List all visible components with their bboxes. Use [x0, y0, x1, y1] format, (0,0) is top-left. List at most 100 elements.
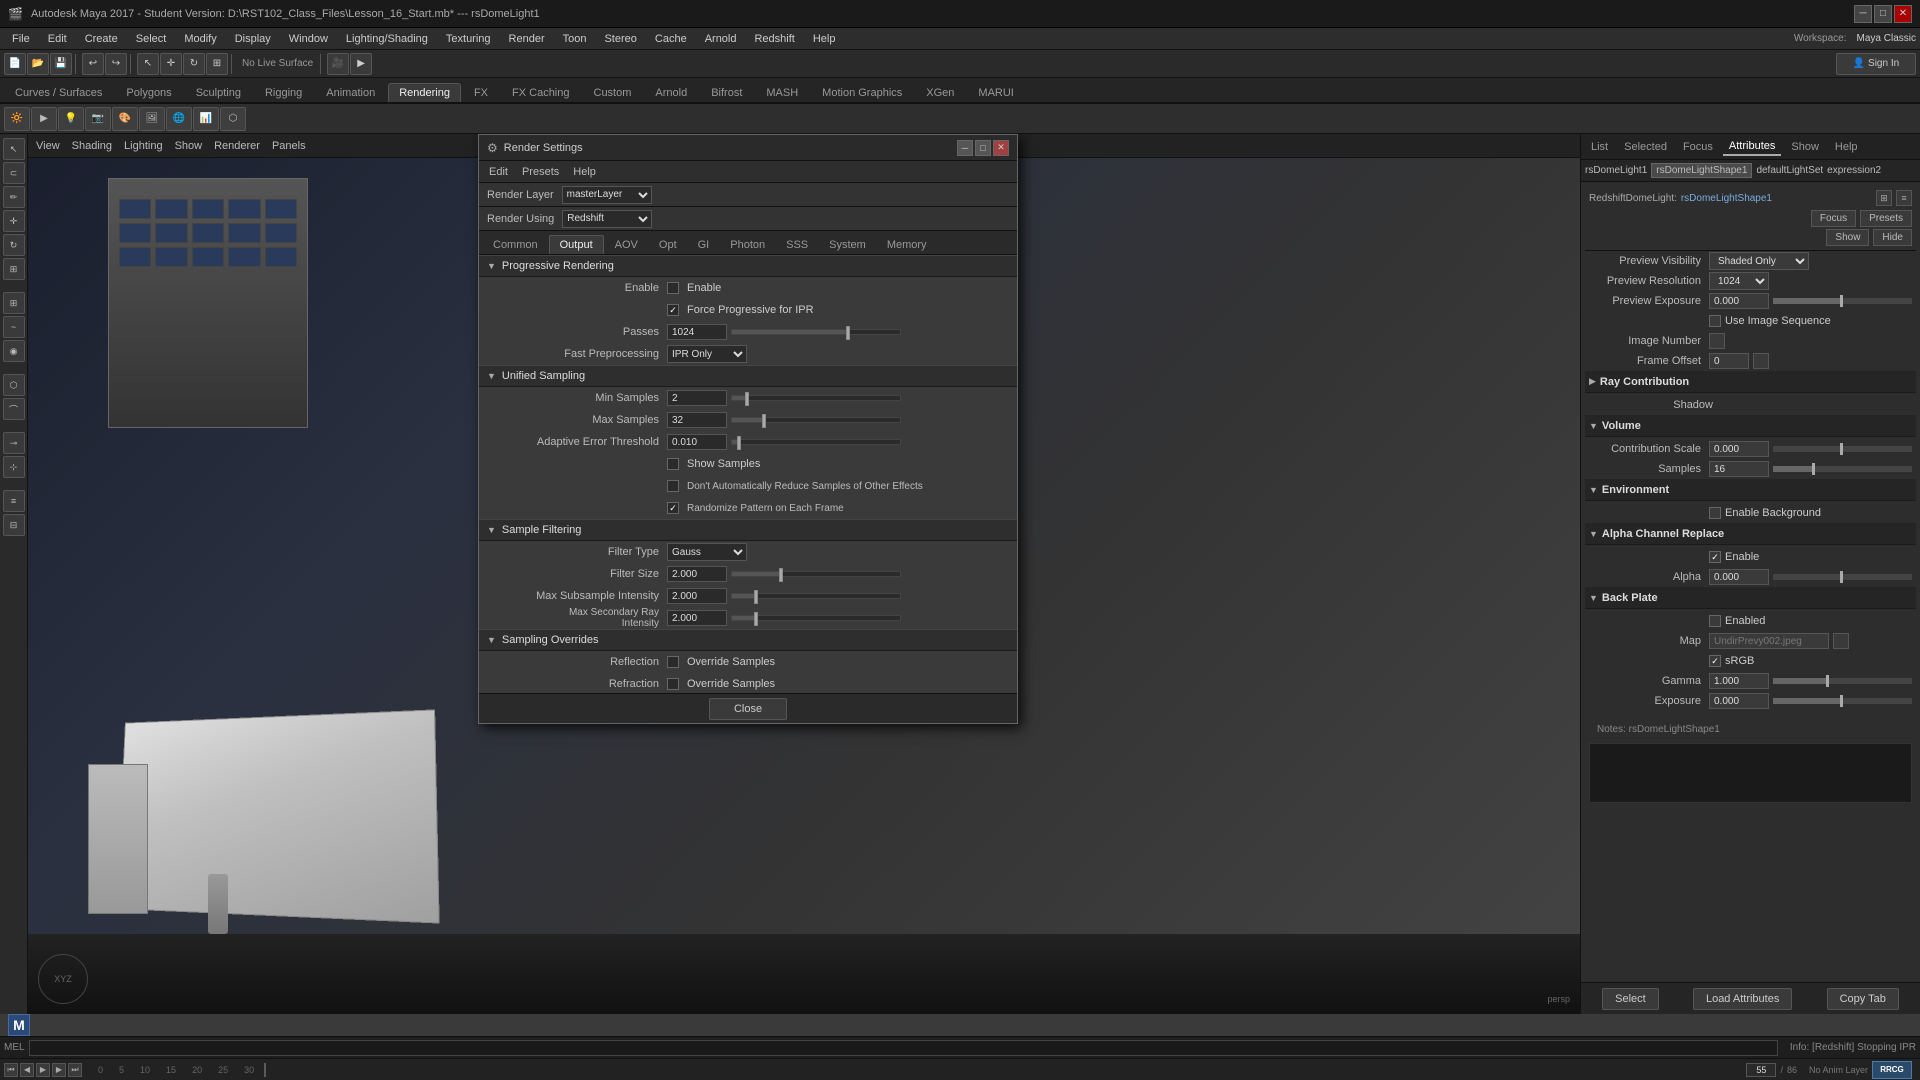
enable-background-checkbox[interactable]	[1709, 507, 1721, 519]
render-btn[interactable]: 🎥	[327, 53, 349, 75]
alpha-slider[interactable]	[1773, 574, 1912, 580]
back-plate-map-input[interactable]	[1709, 633, 1829, 649]
scale-btn[interactable]: ⊞	[206, 53, 228, 75]
rs-tab-output[interactable]: Output	[549, 235, 604, 254]
rs-menu-presets[interactable]: Presets	[516, 164, 565, 180]
rp-tab-list[interactable]: List	[1585, 139, 1614, 155]
rs-tab-photon[interactable]: Photon	[720, 236, 775, 254]
tab-motion-graphics[interactable]: Motion Graphics	[811, 83, 913, 102]
preview-exposure-slider[interactable]	[1773, 298, 1912, 304]
contribution-scale-input[interactable]	[1709, 441, 1769, 457]
tab-rendering[interactable]: Rendering	[388, 83, 461, 102]
rph-expression[interactable]: expression2	[1827, 165, 1881, 176]
tab-marui[interactable]: MARUI	[967, 83, 1024, 102]
rp-tab-show[interactable]: Show	[1785, 139, 1825, 155]
rs-tab-opt[interactable]: Opt	[649, 236, 687, 254]
rs-tab-memory[interactable]: Memory	[877, 236, 937, 254]
sign-in-btn[interactable]: 👤 Sign In	[1836, 53, 1916, 75]
menu-select[interactable]: Select	[128, 31, 175, 47]
rs-fast-preprocessing-select[interactable]: IPR Only	[667, 345, 747, 363]
shelf-env-btn[interactable]: 🌐	[166, 107, 192, 131]
shelf-render-btn[interactable]: 🔆	[4, 107, 30, 131]
rs-menu-edit[interactable]: Edit	[483, 164, 514, 180]
rs-passes-slider[interactable]	[731, 329, 901, 335]
rs-max-samples-input[interactable]	[667, 412, 727, 428]
menu-texturing[interactable]: Texturing	[438, 31, 499, 47]
vp-menu-shading[interactable]: Shading	[72, 140, 112, 152]
tab-fx-caching[interactable]: FX Caching	[501, 83, 580, 102]
rs-filter-size-input[interactable]	[667, 566, 727, 582]
rs-passes-input[interactable]	[667, 324, 727, 340]
sampling-overrides-header[interactable]: ▼ Sampling Overrides	[479, 629, 1017, 651]
menu-redshift[interactable]: Redshift	[746, 31, 802, 47]
volume-header[interactable]: ▼ Volume	[1585, 415, 1916, 437]
viewport[interactable]: View Shading Lighting Show Renderer Pane…	[28, 134, 1580, 1014]
tab-bifrost[interactable]: Bifrost	[700, 83, 753, 102]
rs-tab-gi[interactable]: GI	[688, 236, 720, 254]
preview-visibility-select[interactable]: Shaded Only	[1709, 252, 1809, 270]
rp-tab-help[interactable]: Help	[1829, 139, 1864, 155]
tl-end-btn[interactable]: ⏭	[68, 1063, 82, 1077]
sample-filtering-header[interactable]: ▼ Sample Filtering	[479, 519, 1017, 541]
undo-btn[interactable]: ↩	[82, 53, 104, 75]
current-frame-input[interactable]	[1746, 1063, 1776, 1077]
move-tool-btn[interactable]: ✛	[3, 210, 25, 232]
rs-max-samples-slider[interactable]	[731, 417, 901, 423]
rs-randomize-checkbox[interactable]	[667, 502, 679, 514]
tab-mash[interactable]: MASH	[755, 83, 809, 102]
rph-dome-light-shape[interactable]: rsDomeLightShape1	[1651, 163, 1752, 178]
minimize-btn[interactable]: ─	[1854, 5, 1872, 23]
focus-btn[interactable]: Focus	[1811, 210, 1856, 227]
vp-menu-view[interactable]: View	[36, 140, 60, 152]
rs-tab-system[interactable]: System	[819, 236, 876, 254]
tab-curves-surfaces[interactable]: Curves / Surfaces	[4, 83, 113, 102]
rs-max-subsample-slider[interactable]	[731, 593, 901, 599]
shelf-proxy-btn[interactable]: ⬡	[220, 107, 246, 131]
vp-menu-show[interactable]: Show	[175, 140, 203, 152]
shelf-mat-btn[interactable]: 🎨	[112, 107, 138, 131]
rs-dont-auto-checkbox[interactable]	[667, 480, 679, 492]
shelf-ipr-btn[interactable]: ▶	[31, 107, 57, 131]
create-poly-btn[interactable]: ⬡	[3, 374, 25, 396]
mel-input[interactable]	[29, 1040, 1778, 1056]
rs-menu-help[interactable]: Help	[567, 164, 602, 180]
preview-resolution-select[interactable]: 1024	[1709, 272, 1769, 290]
snap-point-btn[interactable]: ◉	[3, 340, 25, 362]
menu-lighting[interactable]: Lighting/Shading	[338, 31, 436, 47]
rp-tab-focus[interactable]: Focus	[1677, 139, 1719, 155]
rs-minimize-btn[interactable]: ─	[957, 140, 973, 156]
use-image-sequence-checkbox[interactable]	[1709, 315, 1721, 327]
rs-adaptive-error-input[interactable]	[667, 434, 727, 450]
rs-domelight-name[interactable]: rsDomeLightShape1	[1681, 193, 1772, 204]
back-plate-exposure-input[interactable]	[1709, 693, 1769, 709]
rs-expand-btn[interactable]: ⊞	[1876, 190, 1892, 206]
rp-tab-attributes[interactable]: Attributes	[1723, 138, 1781, 156]
select-button[interactable]: Select	[1602, 988, 1659, 1010]
redo-btn[interactable]: ↪	[105, 53, 127, 75]
snap-curve-btn[interactable]: ~	[3, 316, 25, 338]
rs-reflection-checkbox[interactable]	[667, 656, 679, 668]
tab-xgen[interactable]: XGen	[915, 83, 965, 102]
translate-btn[interactable]: ✛	[160, 53, 182, 75]
back-plate-map-btn[interactable]	[1833, 633, 1849, 649]
open-scene-btn[interactable]: 📂	[27, 53, 49, 75]
create-nurbs-btn[interactable]: ⌒	[3, 398, 25, 420]
rs-adaptive-error-slider[interactable]	[731, 439, 901, 445]
rs-tab-sss[interactable]: SSS	[776, 236, 818, 254]
rotate-btn[interactable]: ↻	[183, 53, 205, 75]
select-tool-btn[interactable]: ↖	[3, 138, 25, 160]
back-plate-exposure-slider[interactable]	[1773, 698, 1912, 704]
load-attributes-button[interactable]: Load Attributes	[1693, 988, 1792, 1010]
copy-tab-button[interactable]: Copy Tab	[1827, 988, 1899, 1010]
rs-tab-aov[interactable]: AOV	[605, 236, 648, 254]
render-layer-btn[interactable]: ⊟	[3, 514, 25, 536]
menu-stereo[interactable]: Stereo	[596, 31, 644, 47]
rs-tab-common[interactable]: Common	[483, 236, 548, 254]
hide-btn[interactable]: Hide	[1873, 229, 1912, 246]
vp-menu-lighting[interactable]: Lighting	[124, 140, 163, 152]
tab-rigging[interactable]: Rigging	[254, 83, 313, 102]
tl-next-btn[interactable]: ▶	[52, 1063, 66, 1077]
tab-sculpting[interactable]: Sculpting	[185, 83, 252, 102]
menu-window[interactable]: Window	[281, 31, 336, 47]
shelf-light-btn[interactable]: 💡	[58, 107, 84, 131]
